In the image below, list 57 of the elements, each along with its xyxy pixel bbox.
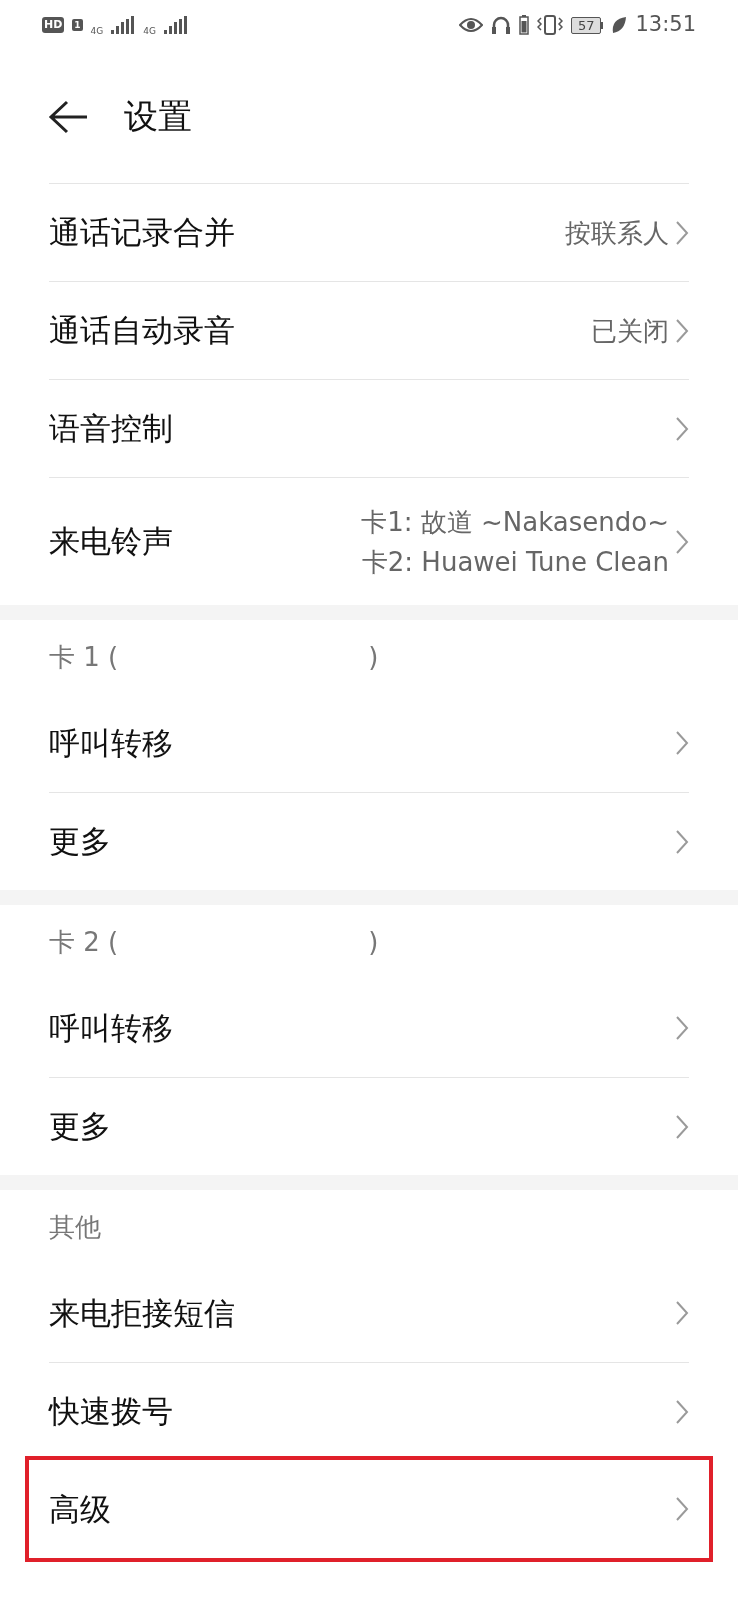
chevron-icon	[675, 1496, 689, 1522]
settings-row[interactable]: 来电拒接短信	[49, 1264, 689, 1362]
row-value: 已关闭	[591, 314, 669, 348]
eye-icon	[458, 17, 483, 33]
leaf-icon	[611, 16, 628, 34]
chevron-icon	[675, 415, 689, 442]
row-label: 高级	[49, 1489, 111, 1529]
settings-row[interactable]: 语音控制	[49, 379, 689, 477]
row-label: 呼叫转移	[49, 1008, 173, 1048]
signal-icon	[164, 16, 188, 34]
row-label: 通话自动录音	[49, 311, 235, 351]
page-title: 设置	[124, 95, 192, 138]
hd-badge: HD	[42, 17, 65, 33]
chevron-icon	[675, 1300, 689, 1326]
network-label: 4G	[143, 26, 156, 36]
row-value: 卡1: 故道 ~Nakasendo~	[361, 505, 669, 539]
signal-icon	[111, 16, 136, 34]
section-header: )	[368, 925, 379, 959]
row-label: 来电拒接短信	[49, 1293, 235, 1333]
row-label: 更多	[49, 1107, 111, 1147]
row-label: 通话记录合并	[49, 213, 235, 253]
chevron-icon	[675, 730, 689, 756]
network-label: 4G	[90, 26, 104, 36]
battery-level-icon	[518, 15, 529, 35]
row-value: 按联系人	[565, 216, 669, 250]
sim-slot-badge: 1	[72, 19, 83, 31]
settings-row[interactable]: 更多	[49, 1077, 689, 1175]
settings-row[interactable]: 呼叫转移	[49, 694, 689, 792]
section-header: 其他	[49, 1210, 101, 1244]
row-label: 来电铃声	[49, 522, 173, 562]
settings-row[interactable]: 高级	[29, 1460, 709, 1558]
clock-time: 13:51	[635, 11, 696, 39]
row-value: 卡2: Huawei Tune Clean	[361, 545, 669, 579]
settings-row[interactable]: 通话记录合并 按联系人	[49, 183, 689, 281]
section-header: )	[368, 640, 379, 674]
settings-row[interactable]: 来电铃声 卡1: 故道 ~Nakasendo~ 卡2: Huawei Tune Clean	[49, 477, 689, 605]
section-header: 卡 2 (	[49, 925, 119, 959]
row-label: 快速拨号	[49, 1392, 173, 1432]
section-header: 卡 1 (	[49, 640, 119, 674]
vibrate-icon	[536, 15, 563, 35]
chevron-icon	[675, 317, 689, 344]
battery-indicator: 57	[570, 16, 602, 34]
chevron-icon	[675, 1113, 689, 1140]
headphones-icon	[490, 15, 511, 35]
settings-row[interactable]: 更多	[49, 792, 689, 890]
row-label: 语音控制	[49, 409, 173, 449]
settings-row[interactable]: 通话自动录音 已关闭	[49, 281, 689, 379]
chevron-icon	[675, 219, 689, 246]
chevron-icon	[675, 528, 689, 555]
chevron-icon	[675, 828, 689, 855]
back-arrow-icon[interactable]	[48, 99, 88, 134]
chevron-icon	[675, 1398, 689, 1425]
settings-row[interactable]: 快速拨号	[49, 1362, 689, 1460]
chevron-icon	[675, 1015, 689, 1041]
row-label: 呼叫转移	[49, 723, 173, 763]
row-label: 更多	[49, 822, 111, 862]
settings-row[interactable]: 呼叫转移	[49, 979, 689, 1077]
